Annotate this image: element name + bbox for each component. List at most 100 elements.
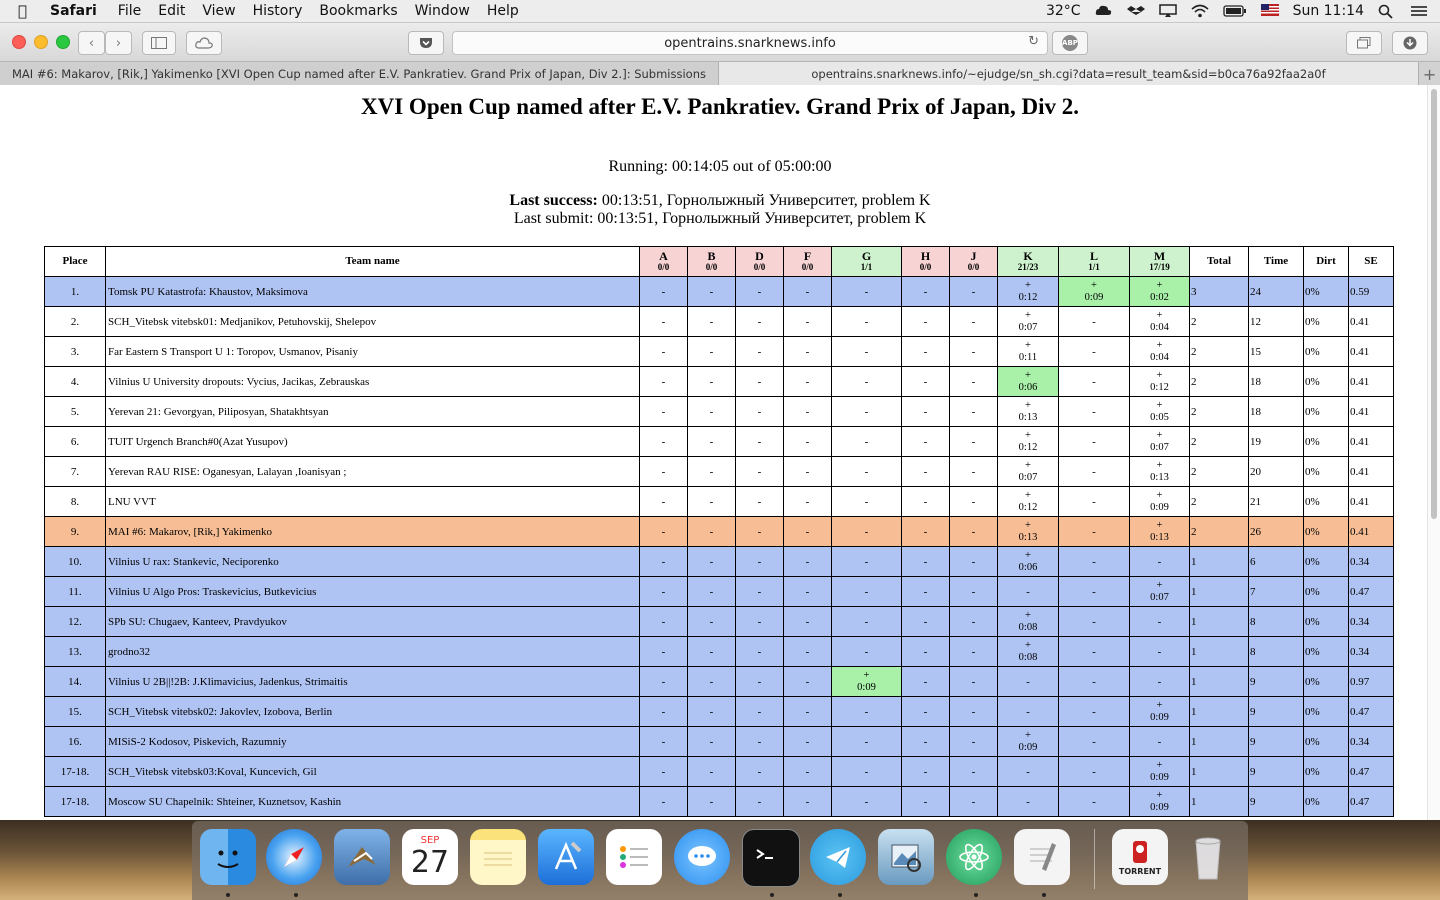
place-cell: 14. xyxy=(44,666,106,697)
problem-a-cell: - xyxy=(639,426,688,457)
team-name-cell[interactable]: Vilnius U Algo Pros: Traskevicius, Butke… xyxy=(105,576,640,607)
team-name-cell[interactable]: Yerevan RAU RISE: Oganesyan, Lalayan ,Io… xyxy=(105,456,640,487)
spotlight-search-icon[interactable] xyxy=(1378,4,1396,19)
se-cell: 0.34 xyxy=(1348,606,1394,637)
team-name-cell[interactable]: TUIT Urgench Branch#0(Azat Yusupov) xyxy=(105,426,640,457)
problem-d-cell: - xyxy=(735,576,784,607)
team-name-cell[interactable]: LNU VVT xyxy=(105,486,640,517)
messages-icon[interactable] xyxy=(674,829,730,885)
adblock-button[interactable]: ABP xyxy=(1052,31,1088,55)
time-cell: 12 xyxy=(1248,306,1304,337)
col-problem-m[interactable]: M 17/19 xyxy=(1129,246,1190,277)
show-all-tabs-button[interactable] xyxy=(1346,31,1382,55)
terminal-icon[interactable] xyxy=(742,829,800,887)
table-row: 9. MAI #6: Makarov, [Rik,] Yakimenko - - - - -… xyxy=(44,516,1394,547)
battery-icon[interactable] xyxy=(1222,4,1247,18)
airplay-icon[interactable] xyxy=(1158,4,1177,18)
zoom-window-button[interactable] xyxy=(56,35,70,49)
col-problem-d[interactable]: D 0/0 xyxy=(735,246,784,277)
tab-submissions[interactable]: MAI #6: Makarov, [Rik,] Yakimenko [XVI O… xyxy=(0,62,719,86)
col-problem-b[interactable]: B 0/0 xyxy=(687,246,736,277)
cloud-status-icon[interactable] xyxy=(1095,4,1113,18)
menu-edit[interactable]: Edit xyxy=(158,3,185,19)
menu-help[interactable]: Help xyxy=(487,3,519,19)
notes-icon[interactable] xyxy=(470,829,526,885)
menu-file[interactable]: File xyxy=(118,3,141,19)
downloads-button[interactable] xyxy=(1392,31,1428,55)
col-problem-f[interactable]: F 0/0 xyxy=(783,246,832,277)
menu-history[interactable]: History xyxy=(253,3,303,19)
team-name-cell[interactable]: Vilnius U 2B||!2B: J.Klimavicius, Jadenk… xyxy=(105,666,640,697)
team-name-cell[interactable]: SCH_Vitebsk vitebsk03:Koval, Kuncevich, … xyxy=(105,756,640,787)
atom-icon[interactable] xyxy=(946,829,1002,885)
safari-icon[interactable] xyxy=(266,829,322,885)
problem-k-cell: +0:12 xyxy=(997,486,1059,517)
torrent-icon[interactable]: TORRENT xyxy=(1112,829,1168,885)
team-name-cell[interactable]: MISiS-2 Kodosov, Piskevich, Razumniy xyxy=(105,726,640,757)
wifi-icon[interactable] xyxy=(1191,4,1209,18)
close-window-button[interactable] xyxy=(12,35,26,49)
team-name-cell[interactable]: SCH_Vitebsk vitebsk02: Jakovlev, Izobova… xyxy=(105,696,640,727)
se-cell: 0.34 xyxy=(1348,546,1394,577)
dirt-cell: 0% xyxy=(1303,576,1349,607)
col-problem-g[interactable]: G 1/1 xyxy=(831,246,902,277)
menu-view[interactable]: View xyxy=(202,3,235,19)
problem-l-cell: - xyxy=(1058,576,1130,607)
calendar-icon[interactable]: SEP 27 xyxy=(402,829,458,885)
xcode-icon[interactable] xyxy=(538,829,594,885)
problem-b-cell: - xyxy=(687,786,736,817)
icloud-tabs-button[interactable] xyxy=(186,31,222,55)
solved-mark: + xyxy=(1025,729,1031,741)
col-problem-h[interactable]: H 0/0 xyxy=(901,246,950,277)
team-name-cell[interactable]: SPb SU: Chugaev, Kanteev, Pravdyukov xyxy=(105,606,640,637)
mail-icon[interactable] xyxy=(334,829,390,885)
col-problem-a[interactable]: A 0/0 xyxy=(639,246,688,277)
team-name-cell[interactable]: Tomsk PU Katastrofa: Khaustov, Maksimova xyxy=(105,276,640,307)
team-name-cell[interactable]: SCH_Vitebsk vitebsk01: Medjanikov, Petuh… xyxy=(105,306,640,337)
sidebar-button[interactable] xyxy=(142,31,176,55)
telegram-icon[interactable] xyxy=(810,829,866,885)
problem-l-cell: - xyxy=(1058,486,1130,517)
team-name-cell[interactable]: Far Eastern S Transport U 1: Toropov, Us… xyxy=(105,336,640,367)
team-name-cell[interactable]: Yerevan 21: Gevorgyan, Piliposyan, Shata… xyxy=(105,396,640,427)
address-bar[interactable]: opentrains.snarknews.info ↻ xyxy=(452,31,1048,55)
problem-f-cell: - xyxy=(783,636,832,667)
dropbox-icon[interactable] xyxy=(1126,4,1145,18)
finder-icon[interactable] xyxy=(200,829,256,885)
preview-icon[interactable] xyxy=(878,829,934,885)
apple-menu-icon[interactable]:  xyxy=(18,2,36,20)
menu-app-name[interactable]: Safari xyxy=(50,3,97,19)
problem-a-cell: - xyxy=(639,456,688,487)
reload-icon[interactable]: ↻ xyxy=(1028,34,1039,49)
clock[interactable]: Sun 11:14 xyxy=(1293,3,1364,19)
temperature-status[interactable]: 32°C xyxy=(1046,3,1081,19)
textedit-icon[interactable] xyxy=(1014,829,1070,885)
col-problem-k[interactable]: K 21/23 xyxy=(997,246,1059,277)
dirt-cell: 0% xyxy=(1303,456,1349,487)
minimize-window-button[interactable] xyxy=(34,35,48,49)
team-name-cell[interactable]: MAI #6: Makarov, [Rik,] Yakimenko xyxy=(105,516,640,547)
col-problem-j[interactable]: J 0/0 xyxy=(949,246,998,277)
place-cell: 15. xyxy=(44,696,106,727)
notification-center-icon[interactable] xyxy=(1410,4,1428,18)
col-problem-l[interactable]: L 1/1 xyxy=(1058,246,1130,277)
back-button[interactable]: ‹ xyxy=(78,31,105,55)
team-name-cell[interactable]: Vilnius U University dropouts: Vycius, J… xyxy=(105,366,640,397)
problem-letter: H xyxy=(920,248,931,263)
us-flag-input-icon[interactable] xyxy=(1260,4,1279,18)
team-name-cell[interactable]: Moscow SU Chapelnik: Shteiner, Kuznetsov… xyxy=(105,786,640,817)
reminders-icon[interactable] xyxy=(606,829,662,885)
pocket-button[interactable] xyxy=(408,31,444,55)
menu-window[interactable]: Window xyxy=(415,3,470,19)
forward-button[interactable]: › xyxy=(105,31,132,55)
team-name-cell[interactable]: grodno32 xyxy=(105,636,640,667)
problem-m-cell: +0:13 xyxy=(1129,456,1190,487)
new-tab-button[interactable]: + xyxy=(1418,62,1440,86)
vertical-scrollbar[interactable] xyxy=(1427,85,1440,820)
scrollbar-thumb[interactable] xyxy=(1431,89,1437,519)
trash-icon[interactable] xyxy=(1180,829,1236,885)
team-name-cell[interactable]: Vilnius U rax: Stankevic, Neciporenko xyxy=(105,546,640,577)
menu-bookmarks[interactable]: Bookmarks xyxy=(319,3,397,19)
tab-results[interactable]: opentrains.snarknews.info/~ejudge/sn_sh.… xyxy=(719,62,1419,86)
total-cell: 2 xyxy=(1189,336,1249,367)
